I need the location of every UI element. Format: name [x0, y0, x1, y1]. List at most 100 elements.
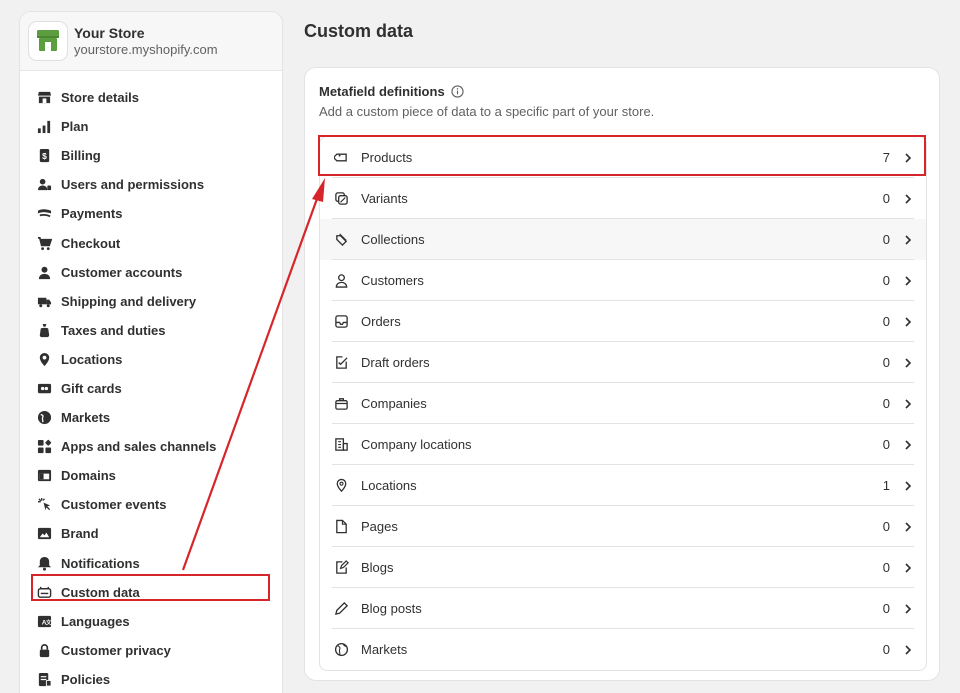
nav-item-domains[interactable]: Domains [20, 461, 282, 490]
tax-icon [36, 322, 52, 338]
nav-item-payments[interactable]: Payments [20, 199, 282, 228]
nav-item-locations[interactable]: Locations [20, 345, 282, 374]
nav-item-label: Notifications [61, 555, 140, 571]
definition-count: 0 [882, 519, 890, 534]
chevron-right-icon [905, 562, 912, 573]
store-header[interactable]: Your Store yourstore.myshopify.com [20, 12, 282, 71]
metafield-definitions-card: Metafield definitions Add a custom piece… [304, 67, 940, 681]
lock-icon [36, 642, 52, 658]
variants-icon [333, 191, 349, 207]
settings-nav: Store details Plan $ Billing Users and p… [20, 71, 282, 693]
definition-count: 0 [882, 355, 890, 370]
chevron-right-icon [905, 439, 912, 450]
chevron-right-icon [905, 521, 912, 532]
definition-row-orders[interactable]: Orders 0 [320, 301, 926, 342]
nav-item-custom-data[interactable]: Custom data [20, 578, 282, 607]
definition-count: 0 [882, 642, 890, 657]
definition-row-pages[interactable]: Pages 0 [320, 506, 926, 547]
nav-item-taxes[interactable]: Taxes and duties [20, 316, 282, 345]
nav-item-label: Apps and sales channels [61, 439, 217, 455]
svg-text:文: 文 [44, 618, 51, 626]
definition-label: Draft orders [361, 355, 430, 370]
nav-item-languages[interactable]: A文 Languages [20, 607, 282, 636]
policies-icon [36, 671, 52, 687]
definition-label: Pages [361, 519, 398, 534]
nav-item-billing[interactable]: $ Billing [20, 141, 282, 170]
nav-item-notifications[interactable]: Notifications [20, 549, 282, 578]
chevron-right-icon [905, 603, 912, 614]
definition-label: Locations [361, 478, 417, 493]
chevron-right-icon [905, 193, 912, 204]
definition-row-collections[interactable]: Collections 0 [320, 219, 926, 260]
nav-item-label: Shipping and delivery [61, 293, 197, 309]
nav-item-policies[interactable]: Policies [20, 665, 282, 693]
nav-item-markets[interactable]: Markets [20, 403, 282, 432]
definition-label: Companies [361, 396, 427, 411]
bell-icon [36, 555, 52, 571]
definition-label: Collections [361, 232, 425, 247]
definition-count: 0 [882, 560, 890, 575]
nav-item-label: Custom data [61, 584, 140, 600]
nav-item-checkout[interactable]: Checkout [20, 228, 282, 257]
definitions-list: Products 7 Variants 0 Collections 0 Cust… [319, 136, 927, 671]
chevron-right-icon [905, 316, 912, 327]
nav-item-shipping[interactable]: Shipping and delivery [20, 287, 282, 316]
globe-icon [36, 410, 52, 426]
nav-item-users[interactable]: Users and permissions [20, 170, 282, 199]
settings-sidebar: Your Store yourstore.myshopify.com Store… [19, 11, 283, 693]
location-icon [36, 351, 52, 367]
nav-item-brand[interactable]: Brand [20, 519, 282, 548]
nav-item-store-details[interactable]: Store details [20, 83, 282, 112]
nav-item-customer-events[interactable]: Customer events [20, 490, 282, 519]
nav-item-label: Languages [61, 613, 130, 629]
definition-count: 0 [882, 191, 890, 206]
language-icon: A文 [36, 613, 52, 629]
nav-item-customer-privacy[interactable]: Customer privacy [20, 636, 282, 665]
pencil-icon [333, 601, 349, 617]
definition-label: Blogs [361, 560, 394, 575]
definition-row-company-locations[interactable]: Company locations 0 [320, 424, 926, 465]
nav-item-gift-cards[interactable]: Gift cards [20, 374, 282, 403]
chevron-right-icon [905, 152, 912, 163]
definition-row-locations[interactable]: Locations 1 [320, 465, 926, 506]
person-icon [36, 264, 52, 280]
definition-row-markets[interactable]: Markets 0 [320, 629, 926, 670]
domains-icon [36, 468, 52, 484]
nav-item-label: Customer privacy [61, 642, 171, 658]
definition-row-customers[interactable]: Customers 0 [320, 260, 926, 301]
definition-label: Markets [361, 642, 408, 657]
globe-outline-icon [333, 642, 349, 658]
nav-item-label: Customer events [61, 497, 167, 513]
definition-label: Blog posts [361, 601, 422, 616]
card-title: Metafield definitions [319, 84, 464, 99]
building-icon [333, 437, 349, 453]
definition-row-blog-posts[interactable]: Blog posts 0 [320, 588, 926, 629]
nav-item-label: Markets [61, 410, 111, 426]
definition-row-blogs[interactable]: Blogs 0 [320, 547, 926, 588]
nav-item-label: Domains [61, 468, 116, 484]
nav-item-label: Taxes and duties [61, 322, 166, 338]
definition-row-products[interactable]: Products 7 [320, 137, 926, 178]
definition-label: Variants [361, 191, 408, 206]
definition-row-companies[interactable]: Companies 0 [320, 383, 926, 424]
info-icon[interactable] [451, 85, 464, 98]
definition-row-variants[interactable]: Variants 0 [320, 178, 926, 219]
nav-item-label: Locations [61, 351, 123, 367]
definition-count: 0 [882, 437, 890, 452]
store-icon [36, 90, 52, 106]
nav-item-label: Brand [61, 526, 99, 542]
inbox-icon [333, 314, 349, 330]
nav-item-plan[interactable]: Plan [20, 112, 282, 141]
definition-count: 0 [882, 273, 890, 288]
nav-item-apps[interactable]: Apps and sales channels [20, 432, 282, 461]
nav-item-customer-accounts[interactable]: Customer accounts [20, 258, 282, 287]
page-icon [333, 519, 349, 535]
draft-order-icon [333, 355, 349, 371]
companies-icon [333, 396, 349, 412]
users-icon [36, 177, 52, 193]
definition-count: 0 [882, 601, 890, 616]
plan-icon [36, 119, 52, 135]
definition-row-draft-orders[interactable]: Draft orders 0 [320, 342, 926, 383]
collections-icon [333, 232, 349, 248]
definition-count: 0 [882, 396, 890, 411]
